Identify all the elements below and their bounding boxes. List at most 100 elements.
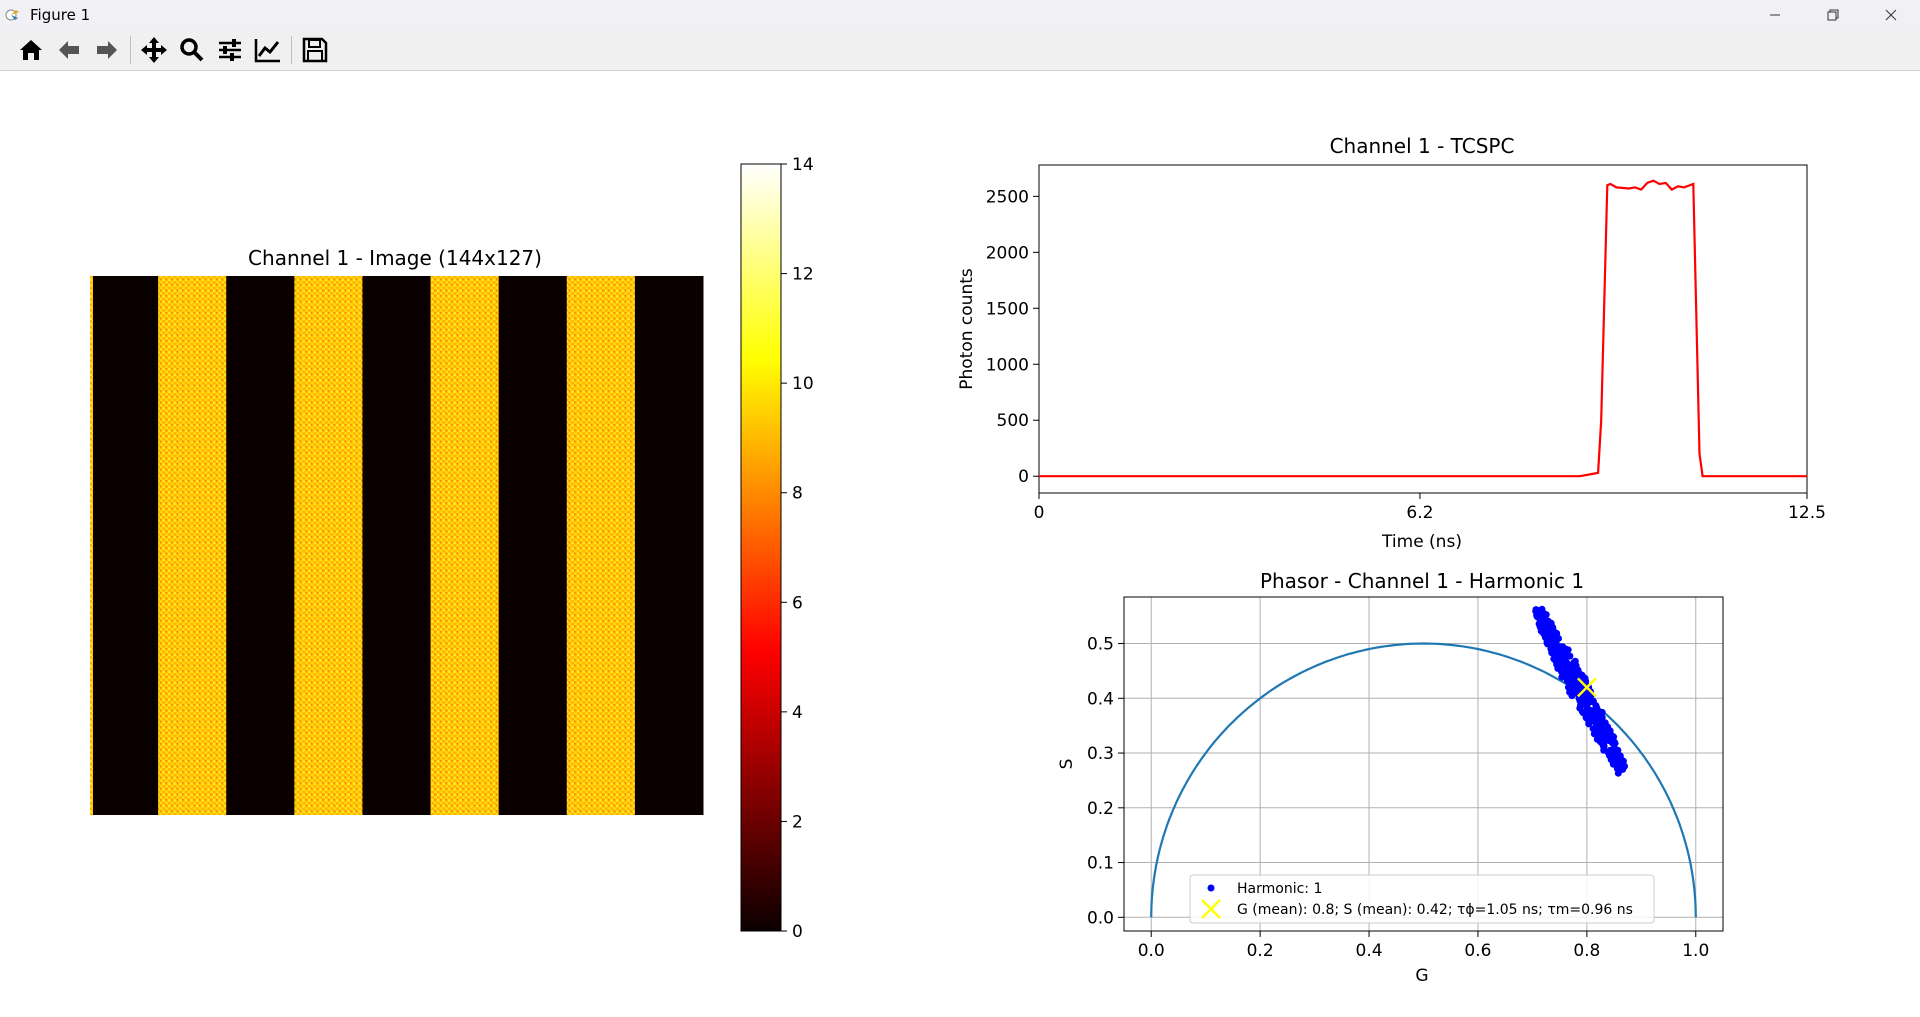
phasor-point bbox=[1592, 726, 1600, 733]
colorbar-tick-label: 6 bbox=[792, 593, 803, 613]
home-button[interactable] bbox=[12, 31, 50, 69]
phasor-point bbox=[1558, 673, 1566, 681]
phasor-point bbox=[1591, 719, 1599, 726]
phasor-xtick-label: 0.8 bbox=[1573, 941, 1600, 961]
phasor-point bbox=[1536, 620, 1544, 627]
colorbar: 0 2 4 6 8 10 12 14 bbox=[740, 155, 814, 942]
tcspc-xtick-label: 0 bbox=[1034, 503, 1045, 523]
phasor-ytick-label: 0.1 bbox=[1087, 854, 1114, 874]
colorbar-tick-label: 12 bbox=[792, 265, 814, 285]
app-icon bbox=[5, 9, 19, 21]
phasor-xlabel: G bbox=[1415, 966, 1428, 986]
heatmap-stripe-dark bbox=[634, 276, 704, 815]
phasor-point bbox=[1559, 664, 1567, 672]
phasor-ytick-label: 0.2 bbox=[1087, 799, 1114, 819]
phasor-ytick-label: 0.4 bbox=[1087, 689, 1114, 709]
phasor-point bbox=[1585, 720, 1593, 728]
phasor-point bbox=[1550, 645, 1558, 653]
legend-dot-marker bbox=[1207, 884, 1215, 892]
tcspc-xlabel: Time (ns) bbox=[1381, 532, 1462, 552]
line-chart-icon bbox=[254, 39, 280, 63]
phasor-ytick-label: 0.3 bbox=[1087, 744, 1114, 764]
configure-subplots-button[interactable] bbox=[211, 31, 249, 69]
restore-button[interactable] bbox=[1804, 0, 1862, 30]
phasor-point bbox=[1559, 643, 1567, 651]
phasor-point bbox=[1613, 761, 1621, 769]
phasor-ytick-label: 0.5 bbox=[1087, 635, 1114, 655]
sliders-icon bbox=[219, 39, 241, 61]
colorbar-tick-label: 4 bbox=[792, 703, 803, 723]
minimize-icon bbox=[1770, 14, 1780, 16]
floppy-disk-icon bbox=[302, 37, 328, 63]
figure-canvas: Channel 1 - Image (144x127) 02468101214 … bbox=[90, 134, 1826, 986]
heatmap-left-edge bbox=[90, 276, 93, 815]
tcspc-xtick-label: 6.2 bbox=[1406, 503, 1433, 523]
phasor-point bbox=[1572, 662, 1580, 670]
colorbar-tick-label: 2 bbox=[792, 812, 803, 832]
heatmap-stripe-checker bbox=[294, 276, 363, 815]
tcspc-panel: Channel 1 - TCSPC 0 6.2 12.5 0 500 1000 1500 20… bbox=[957, 134, 1826, 552]
phasor-point bbox=[1601, 730, 1609, 738]
phasor-point bbox=[1611, 752, 1619, 760]
phasor-point bbox=[1577, 701, 1585, 709]
tcspc-xtick-label: 12.5 bbox=[1788, 503, 1826, 523]
phasor-point bbox=[1533, 608, 1541, 616]
save-button[interactable] bbox=[296, 31, 334, 69]
edit-axes-button[interactable] bbox=[249, 31, 287, 69]
heatmap-stripe-dark bbox=[362, 276, 432, 815]
window-title: Figure 1 bbox=[30, 6, 91, 24]
zoom-button[interactable] bbox=[173, 31, 211, 69]
magnifier-icon bbox=[180, 38, 204, 62]
close-button[interactable] bbox=[1862, 0, 1920, 30]
phasor-point bbox=[1610, 744, 1618, 752]
close-icon bbox=[1885, 9, 1897, 21]
phasor-point bbox=[1553, 661, 1561, 668]
home-icon bbox=[20, 40, 42, 60]
navigation-toolbar bbox=[0, 30, 1920, 71]
window-titlebar: Figure 1 bbox=[0, 0, 1920, 30]
colorbar-gradient bbox=[740, 163, 782, 932]
phasor-legend: Harmonic: 1 G (mean): 0.8; S (mean): 0.4… bbox=[1189, 874, 1655, 924]
phasor-point bbox=[1566, 667, 1574, 675]
heatmap-image bbox=[90, 276, 704, 815]
arrow-right-icon bbox=[97, 41, 117, 59]
tcspc-ytick-label: 1000 bbox=[986, 355, 1029, 375]
tcspc-ytick-label: 0 bbox=[1018, 467, 1029, 487]
tcspc-ylabel: Photon counts bbox=[957, 268, 977, 390]
phasor-point bbox=[1552, 637, 1560, 645]
toolbar-separator bbox=[291, 36, 292, 64]
forward-button[interactable] bbox=[88, 31, 126, 69]
phasor-point bbox=[1597, 737, 1605, 745]
colorbar-tick-label: 0 bbox=[792, 922, 803, 942]
heatmap-stripe-dark bbox=[498, 276, 568, 815]
minimize-button[interactable] bbox=[1746, 0, 1804, 30]
heatmap-stripe-checker bbox=[566, 276, 636, 815]
phasor-xtick-label: 0.2 bbox=[1247, 941, 1274, 961]
colorbar-tick-label: 10 bbox=[792, 374, 814, 394]
phasor-panel: Phasor - Channel 1 - Harmonic 1 0.0 0.2 0.… bbox=[1057, 569, 1724, 986]
heatmap-stripe-dark bbox=[226, 276, 295, 815]
colorbar-ticks: 0 2 4 6 8 10 12 14 bbox=[781, 155, 814, 942]
tcspc-ytick-label: 2000 bbox=[986, 243, 1029, 263]
phasor-point bbox=[1570, 677, 1578, 685]
back-button[interactable] bbox=[50, 31, 88, 69]
legend-entry-mean: G (mean): 0.8; S (mean): 0.42; τϕ=1.05 n… bbox=[1237, 902, 1633, 918]
pan-button[interactable] bbox=[135, 31, 173, 69]
phasor-xtick-label: 0.4 bbox=[1356, 941, 1383, 961]
tcspc-title: Channel 1 - TCSPC bbox=[1330, 134, 1515, 158]
colorbar-tick-label: 8 bbox=[792, 484, 803, 504]
restore-icon bbox=[1827, 9, 1839, 21]
phasor-point bbox=[1578, 708, 1586, 716]
move-icon bbox=[141, 37, 167, 63]
tcspc-axes bbox=[1038, 164, 1808, 494]
heatmap-stripe-dark bbox=[90, 276, 159, 815]
heatmap-title: Channel 1 - Image (144x127) bbox=[248, 246, 542, 270]
phasor-point bbox=[1544, 624, 1551, 632]
phasor-ylabel: S bbox=[1057, 759, 1077, 770]
tcspc-ytick-label: 500 bbox=[997, 411, 1029, 431]
phasor-point bbox=[1540, 609, 1548, 617]
phasor-xtick-label: 0.6 bbox=[1464, 941, 1491, 961]
phasor-point bbox=[1544, 640, 1551, 648]
phasor-point bbox=[1549, 631, 1557, 639]
heatmap-stripe-checker bbox=[158, 276, 227, 815]
